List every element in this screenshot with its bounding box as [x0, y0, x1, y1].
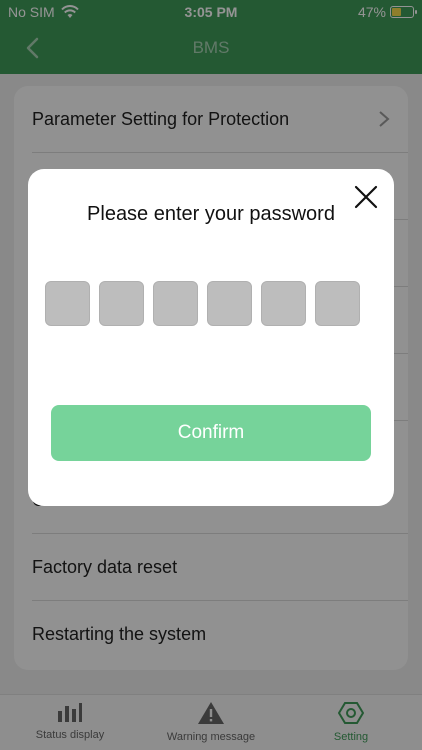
pin-digit-box[interactable]	[99, 281, 144, 326]
pin-digit-box[interactable]	[153, 281, 198, 326]
pin-digit-box[interactable]	[45, 281, 90, 326]
pin-input-group[interactable]	[45, 281, 360, 326]
pin-digit-box[interactable]	[207, 281, 252, 326]
pin-digit-box[interactable]	[261, 281, 306, 326]
dialog-title: Please enter your password	[87, 203, 335, 225]
confirm-button[interactable]: Confirm	[51, 405, 371, 461]
pin-digit-box[interactable]	[315, 281, 360, 326]
password-dialog: Please enter your password Confirm	[28, 169, 394, 506]
